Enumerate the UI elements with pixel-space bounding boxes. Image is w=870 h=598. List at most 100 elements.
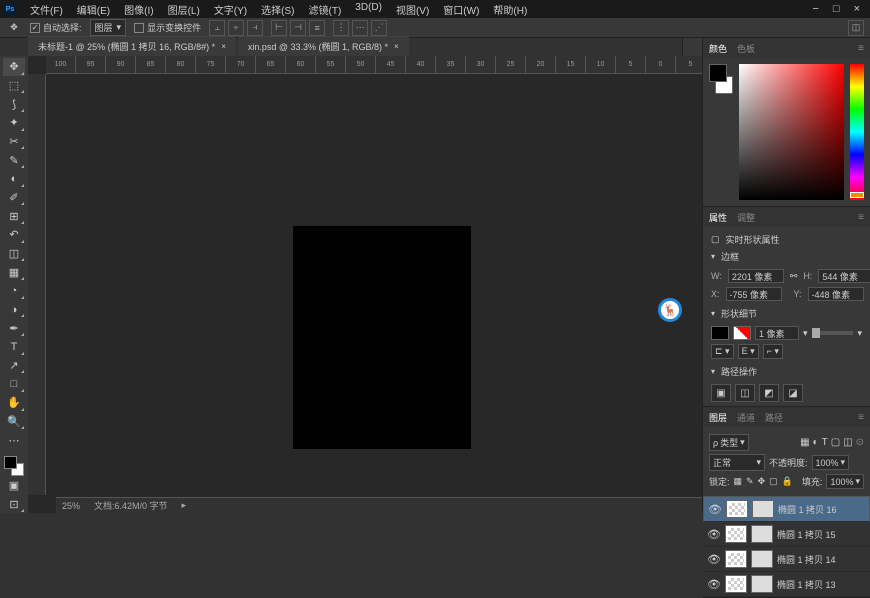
- show-transform-check[interactable]: 显示变换控件: [134, 21, 201, 34]
- heal-tool[interactable]: ◐: [3, 170, 25, 188]
- move-tool[interactable]: ✥: [3, 58, 25, 76]
- stamp-tool[interactable]: ⊞: [3, 207, 25, 225]
- layer-thumb[interactable]: [726, 500, 748, 518]
- layer-row[interactable]: 👁 椭圆 1 拷贝 14: [703, 547, 870, 572]
- layer-row[interactable]: 👁 椭圆 1 拷贝 13: [703, 572, 870, 597]
- path-combine-icon[interactable]: ▣: [711, 384, 731, 402]
- stroke-cap-select[interactable]: E ▾: [738, 344, 759, 359]
- tab-layers[interactable]: 图层: [709, 411, 727, 424]
- link-icon[interactable]: ⚯: [790, 271, 798, 282]
- filter-adjust-icon[interactable]: ◐: [813, 437, 819, 448]
- menu-layer[interactable]: 图层(L): [162, 0, 206, 19]
- tab-paths[interactable]: 路径: [765, 411, 783, 424]
- tab-color[interactable]: 颜色: [709, 42, 727, 55]
- menu-help[interactable]: 帮助(H): [487, 0, 533, 19]
- marquee-tool[interactable]: ⬚: [3, 77, 25, 95]
- menu-window[interactable]: 窗口(W): [437, 0, 485, 19]
- pen-tool[interactable]: ✒: [3, 319, 25, 337]
- y-input[interactable]: [808, 287, 864, 301]
- panel-menu-icon[interactable]: ≡: [858, 212, 864, 223]
- eyedropper-tool[interactable]: ✎: [3, 151, 25, 169]
- menu-filter[interactable]: 滤镜(T): [303, 0, 348, 19]
- collapse-icon[interactable]: ▾: [711, 252, 715, 261]
- stroke-slider[interactable]: [812, 331, 854, 335]
- menu-edit[interactable]: 编辑(E): [71, 0, 116, 19]
- panel-menu-icon[interactable]: ≡: [858, 43, 864, 54]
- shape-tool[interactable]: □: [3, 375, 25, 393]
- filter-type-icon[interactable]: T: [822, 437, 828, 448]
- crop-tool[interactable]: ✂: [3, 133, 25, 151]
- lock-trans-icon[interactable]: ▦: [734, 476, 743, 487]
- layer-name[interactable]: 椭圆 1 拷贝 15: [777, 528, 836, 541]
- quickmask-tool[interactable]: ▣: [3, 477, 25, 495]
- close-tab-icon[interactable]: ×: [221, 42, 226, 51]
- filter-kind-select[interactable]: ρ类型▾: [709, 434, 749, 451]
- color-picker[interactable]: [739, 64, 844, 200]
- fill-input[interactable]: 100%▾: [826, 474, 864, 489]
- tab-properties[interactable]: 属性: [709, 211, 727, 224]
- path-subtract-icon[interactable]: ◫: [735, 384, 755, 402]
- visibility-icon[interactable]: 👁: [707, 528, 721, 541]
- lock-artboard-icon[interactable]: ▢: [769, 476, 778, 487]
- maximize-icon[interactable]: □: [833, 3, 840, 15]
- status-arrow-icon[interactable]: ▸: [182, 500, 187, 511]
- path-tool[interactable]: ↗: [3, 357, 25, 375]
- menu-view[interactable]: 视图(V): [390, 0, 435, 19]
- distribute-icon[interactable]: ⋯: [352, 20, 368, 36]
- filter-pixel-icon[interactable]: ▦: [800, 437, 809, 448]
- fill-color-box[interactable]: [711, 326, 729, 340]
- stroke-join-select[interactable]: ⌐ ▾: [763, 344, 783, 359]
- history-brush-tool[interactable]: ↶: [3, 226, 25, 244]
- edit-toolbar[interactable]: ⋯: [3, 431, 25, 449]
- layer-name[interactable]: 椭圆 1 拷贝 13: [777, 578, 836, 591]
- lock-all-icon[interactable]: 🔒: [782, 476, 793, 487]
- visibility-icon[interactable]: 👁: [708, 503, 722, 516]
- layer-mask[interactable]: [751, 550, 773, 568]
- panel-menu-icon[interactable]: ≡: [858, 412, 864, 423]
- wand-tool[interactable]: ✦: [3, 114, 25, 132]
- dodge-tool[interactable]: ◑: [3, 301, 25, 319]
- layer-thumb[interactable]: [725, 525, 747, 543]
- close-icon[interactable]: ×: [854, 3, 860, 15]
- canvas-area[interactable]: 1009590858075706560555045403530252015105…: [28, 56, 702, 513]
- auto-select-dropdown[interactable]: 图层▾: [90, 19, 127, 36]
- collapse-icon[interactable]: ▾: [711, 309, 715, 318]
- hue-slider[interactable]: [850, 64, 864, 200]
- zoom-level[interactable]: 25%: [62, 501, 80, 511]
- filter-smart-icon[interactable]: ◫: [843, 437, 852, 448]
- menu-type[interactable]: 文字(Y): [208, 0, 253, 19]
- eraser-tool[interactable]: ◫: [3, 245, 25, 263]
- visibility-icon[interactable]: 👁: [707, 578, 721, 591]
- menu-3d[interactable]: 3D(D): [349, 0, 388, 19]
- align-icon[interactable]: ⫞: [247, 20, 263, 36]
- align-icon[interactable]: ⫠: [209, 20, 225, 36]
- lock-pos-icon[interactable]: ✥: [758, 476, 766, 487]
- menu-image[interactable]: 图像(I): [118, 0, 159, 19]
- close-tab-icon[interactable]: ×: [394, 42, 399, 51]
- move-tool-icon[interactable]: ✥: [6, 20, 22, 36]
- layer-row[interactable]: 👁 椭圆 1 拷贝 16: [703, 496, 870, 522]
- layer-thumb[interactable]: [725, 575, 747, 593]
- tab-document-1[interactable]: 未标题-1 @ 25% (椭圆 1 拷贝 16, RGB/8#) *×: [28, 36, 236, 56]
- blend-mode-select[interactable]: 正常▾: [709, 454, 765, 471]
- dropdown-icon[interactable]: ▾: [857, 328, 862, 339]
- foreground-color[interactable]: [4, 456, 17, 469]
- document-canvas[interactable]: [293, 226, 471, 449]
- color-swatches-mini[interactable]: [709, 64, 733, 200]
- stroke-color-box[interactable]: [733, 326, 751, 340]
- align-icon[interactable]: ⊣: [290, 20, 306, 36]
- filter-shape-icon[interactable]: ▢: [831, 437, 840, 448]
- stroke-align-select[interactable]: ⊏ ▾: [711, 344, 734, 359]
- stroke-width-input[interactable]: [755, 326, 799, 340]
- fg-color-box[interactable]: [709, 64, 727, 82]
- layer-mask[interactable]: [752, 500, 774, 518]
- tab-document-2[interactable]: xin.psd @ 33.3% (椭圆 1, RGB/8) *×: [238, 36, 409, 56]
- layer-name[interactable]: 椭圆 1 拷贝 16: [778, 503, 837, 516]
- layer-thumb[interactable]: [725, 550, 747, 568]
- path-intersect-icon[interactable]: ◩: [759, 384, 779, 402]
- layer-mask[interactable]: [751, 525, 773, 543]
- menu-select[interactable]: 选择(S): [255, 0, 300, 19]
- dropdown-icon[interactable]: ▾: [803, 328, 808, 339]
- type-tool[interactable]: T: [3, 338, 25, 356]
- visibility-icon[interactable]: 👁: [707, 553, 721, 566]
